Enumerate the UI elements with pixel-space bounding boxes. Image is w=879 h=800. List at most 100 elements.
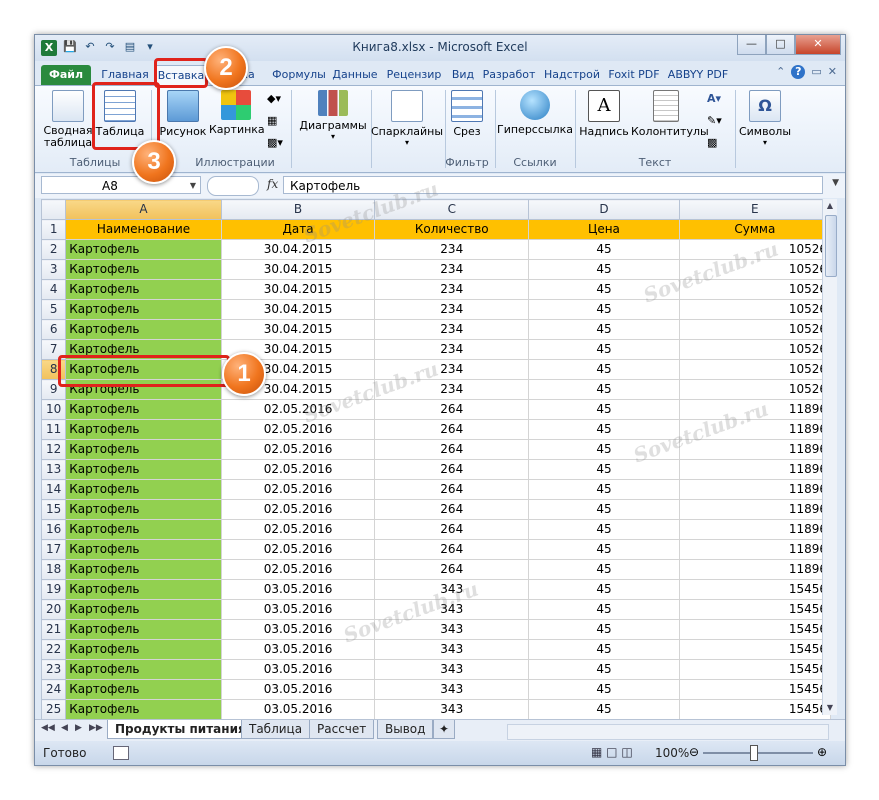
cell-sum[interactable]: 15456 [678,579,831,600]
row-number[interactable]: 13 [41,459,67,480]
cell-date[interactable]: 02.05.2016 [220,479,376,500]
pivot-table-button[interactable]: Сводная таблица [43,90,93,149]
close-workbook-icon[interactable]: ✕ [828,65,837,79]
cell-sum[interactable]: 10526 [678,299,831,320]
cell-qty[interactable]: 343 [374,699,530,719]
cell-price[interactable]: 45 [528,399,680,420]
clipart-button[interactable]: Картинка [209,90,265,136]
page-layout-view-icon[interactable]: □ [606,745,617,759]
cell-date[interactable]: 02.05.2016 [220,539,376,560]
cell-sum[interactable]: 15456 [678,659,831,680]
cell-price[interactable]: 45 [528,619,680,640]
tab-addins[interactable]: Надстрой [543,65,601,85]
cell-sum[interactable]: 11896 [678,519,831,540]
zoom-in-icon[interactable]: ⊕ [817,745,827,759]
cell-date[interactable]: 02.05.2016 [220,499,376,520]
cell-date[interactable]: 02.05.2016 [220,439,376,460]
chevron-down-icon[interactable]: ▼ [190,177,196,195]
charts-button[interactable]: Диаграммы ▾ [297,90,369,141]
cell-sum[interactable]: 10526 [678,239,831,260]
row-number[interactable]: 4 [41,279,67,300]
cell-sum[interactable]: 11896 [678,459,831,480]
cell-qty[interactable]: 234 [374,359,530,380]
cell-qty[interactable]: 343 [374,659,530,680]
row-number[interactable]: 17 [41,539,67,560]
restore-workbook-icon[interactable]: ▭ [811,65,821,79]
signature-line-icon[interactable]: ✎▾ [707,114,722,127]
cell-price[interactable]: 45 [528,479,680,500]
tab-review[interactable]: Рецензир [383,65,445,85]
tab-view[interactable]: Вид [449,65,477,85]
cell-sum[interactable]: 10526 [678,259,831,280]
cell-date[interactable]: 30.04.2015 [220,299,376,320]
next-sheet-icon[interactable]: ▶ [75,723,82,733]
sheet-tab-products[interactable]: Продукты питания [107,720,254,739]
cell-name[interactable]: Картофель [65,239,222,260]
cell-name[interactable]: Картофель [65,439,222,460]
cell-name[interactable]: Картофель [65,699,222,719]
cell-name[interactable]: Картофель [65,259,222,280]
smartart-icon[interactable]: ▦ [267,114,277,127]
expand-formula-bar-icon[interactable]: ▼ [832,178,839,188]
cell-price[interactable]: 45 [528,579,680,600]
cell-price[interactable]: 45 [528,459,680,480]
cell-name[interactable]: Картофель [65,579,222,600]
cell-name[interactable]: Картофель [65,459,222,480]
cell-qty[interactable]: 343 [374,579,530,600]
hyperlink-button[interactable]: Гиперссылка [497,90,573,136]
scroll-down-icon[interactable]: ▼ [823,701,837,715]
column-header-d[interactable]: D [528,199,680,220]
insert-function-icon[interactable]: fx [267,177,278,191]
row-number[interactable]: 15 [41,499,67,520]
cell-price[interactable]: 45 [528,239,680,260]
cell-qty[interactable]: 264 [374,439,530,460]
formula-input[interactable]: Картофель [283,176,823,194]
cell-price[interactable]: 45 [528,699,680,719]
help-icon[interactable]: ? [791,65,806,79]
row-number[interactable]: 21 [41,619,67,640]
column-header-e[interactable]: E [678,199,831,220]
column-header-b[interactable]: B [220,199,376,220]
cell-price[interactable]: 45 [528,639,680,660]
first-sheet-icon[interactable]: ◀◀ [41,723,55,733]
slicer-button[interactable]: Срез [449,90,485,138]
cell-price[interactable]: 45 [528,519,680,540]
cell-qty[interactable]: 343 [374,639,530,660]
cell-sum[interactable]: 11896 [678,539,831,560]
header-cell-price[interactable]: Цена [528,219,680,240]
cell-price[interactable]: 45 [528,299,680,320]
cell-price[interactable]: 45 [528,599,680,620]
cell-date[interactable]: 03.05.2016 [220,679,376,700]
cell-name[interactable]: Картофель [65,479,222,500]
row-number[interactable]: 24 [41,679,67,700]
row-number[interactable]: 2 [41,239,67,260]
tab-foxit-pdf[interactable]: Foxit PDF [605,65,663,85]
cell-date[interactable]: 03.05.2016 [220,619,376,640]
name-box[interactable]: A8 ▼ [41,176,201,194]
cell-sum[interactable]: 15456 [678,639,831,660]
cell-sum[interactable]: 10526 [678,359,831,380]
cell-name[interactable]: Картофель [65,279,222,300]
cell-sum[interactable]: 10526 [678,319,831,340]
cell-date[interactable]: 30.04.2015 [220,239,376,260]
picture-button[interactable]: Рисунок [157,90,209,138]
cell-price[interactable]: 45 [528,499,680,520]
cell-price[interactable]: 45 [528,339,680,360]
cell-qty[interactable]: 343 [374,599,530,620]
cell-name[interactable]: Картофель [65,559,222,580]
cell-name[interactable]: Картофель [65,639,222,660]
scroll-thumb[interactable] [825,215,837,277]
column-header-c[interactable]: C [374,199,530,220]
normal-view-icon[interactable]: ▦ [591,745,602,759]
zoom-out-icon[interactable]: ⊖ [689,745,699,759]
cell-qty[interactable]: 234 [374,319,530,340]
minimize-ribbon-icon[interactable]: ⌃ [776,65,785,79]
cell-sum[interactable]: 11896 [678,439,831,460]
cell-price[interactable]: 45 [528,539,680,560]
cell-sum[interactable]: 10526 [678,279,831,300]
cell-date[interactable]: 03.05.2016 [220,699,376,719]
cell-price[interactable]: 45 [528,359,680,380]
cell-name[interactable]: Картофель [65,319,222,340]
row-number[interactable]: 12 [41,439,67,460]
last-sheet-icon[interactable]: ▶▶ [89,723,103,733]
